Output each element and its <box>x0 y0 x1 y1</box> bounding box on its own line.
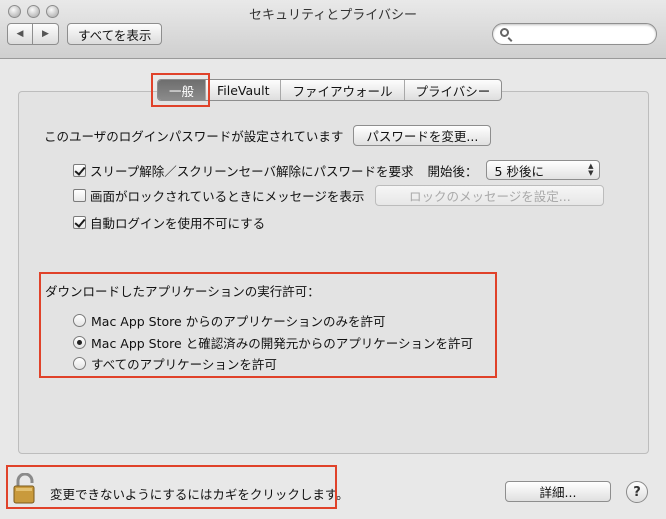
advanced-button[interactable]: 詳細... <box>505 481 611 502</box>
chevron-updown-icon: ▲ ▼ <box>588 162 594 177</box>
tab-privacy[interactable]: プライバシー <box>405 80 502 100</box>
window-title: セキュリティとプライバシー <box>249 8 417 23</box>
change-password-button[interactable]: パスワードを変更... <box>353 125 492 146</box>
require-password-row: スリープ解除／スクリーンセーバ解除にパスワードを要求 開始後： 5 秒後に ▲ ▼ <box>73 160 600 180</box>
delay-label: 開始後： <box>427 163 478 179</box>
require-password-label: スリープ解除／スクリーンセーバ解除にパスワードを要求 <box>90 163 414 179</box>
tab-bar: 一般 FileVault ファイアウォール プライバシー <box>157 79 503 101</box>
lock-message-checkbox[interactable] <box>73 189 86 202</box>
download-option-anywhere[interactable]: すべてのアプリケーションを許可 <box>73 354 277 373</box>
downloads-heading: ダウンロードしたアプリケーションの実行許可： <box>45 284 320 299</box>
require-password-checkbox[interactable] <box>73 163 86 177</box>
tab-firewall[interactable]: ファイアウォール <box>281 80 405 100</box>
back-button[interactable]: ◀ <box>7 23 33 45</box>
lock-text: 変更できないようにするにはカギをクリックします。 <box>50 487 349 502</box>
forward-button[interactable]: ▶ <box>33 23 59 45</box>
set-lock-message-button[interactable]: ロックのメッセージを設定... <box>375 185 605 206</box>
password-delay-value: 5 秒後に <box>494 163 544 179</box>
app-store-only-radio[interactable] <box>73 314 86 327</box>
password-delay-select[interactable]: 5 秒後に ▲ ▼ <box>485 160 600 180</box>
tab-general[interactable]: 一般 <box>158 80 207 100</box>
lock-icon[interactable] <box>13 473 41 505</box>
download-option-identified[interactable]: Mac App Store と確認済みの開発元からのアプリケーションを許可 <box>73 333 473 352</box>
title-bar: セキュリティとプライバシー ◀ ▶ すべてを表示 <box>0 0 666 59</box>
disable-autologin-checkbox[interactable] <box>73 216 86 229</box>
forward-arrow-icon: ▶ <box>42 29 49 39</box>
search-icon <box>500 28 509 37</box>
tab-filevault[interactable]: FileVault <box>206 80 282 100</box>
identified-developers-radio[interactable] <box>73 336 86 349</box>
disable-autologin-row: 自動ログインを使用不可にする <box>73 213 265 232</box>
password-status-text: このユーザのログインパスワードが設定されています <box>44 129 344 144</box>
disable-autologin-label: 自動ログインを使用不可にする <box>90 216 266 231</box>
back-forward-control: ◀ ▶ <box>7 23 59 45</box>
lock-message-label: 画面がロックされているときにメッセージを表示 <box>90 189 365 204</box>
password-row: このユーザのログインパスワードが設定されています パスワードを変更... <box>44 125 492 146</box>
app-store-only-label: Mac App Store からのアプリケーションのみを許可 <box>91 314 386 329</box>
help-button[interactable]: ? <box>626 481 648 503</box>
download-option-app-store[interactable]: Mac App Store からのアプリケーションのみを許可 <box>73 311 385 330</box>
show-all-button[interactable]: すべてを表示 <box>67 23 163 45</box>
anywhere-label: すべてのアプリケーションを許可 <box>91 357 277 372</box>
lock-message-row: 画面がロックされているときにメッセージを表示 ロックのメッセージを設定... <box>73 185 605 206</box>
back-arrow-icon: ◀ <box>16 29 24 39</box>
identified-developers-label: Mac App Store と確認済みの開発元からのアプリケーションを許可 <box>91 336 473 351</box>
anywhere-radio[interactable] <box>73 357 86 370</box>
search-input[interactable] <box>492 23 657 45</box>
preferences-window: セキュリティとプライバシー ◀ ▶ すべてを表示 一般 FileVault ファ… <box>0 0 666 519</box>
